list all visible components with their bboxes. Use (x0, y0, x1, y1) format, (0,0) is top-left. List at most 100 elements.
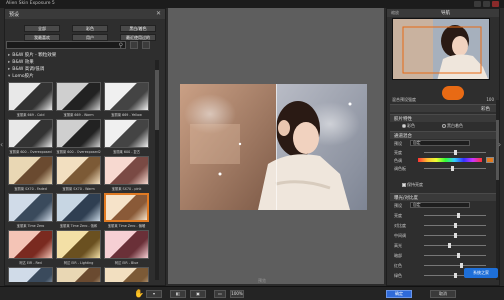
compare-button[interactable]: ▣ (190, 290, 206, 298)
film-type-row[interactable]: 彩色 黑白着色 (394, 122, 498, 129)
close-panel-icon[interactable]: ✕ (156, 10, 161, 17)
slider-track[interactable] (424, 263, 486, 268)
preset-strength-row[interactable]: 混合预设强度 100 (392, 96, 496, 104)
preview-image[interactable] (180, 84, 367, 210)
slider-track[interactable] (424, 243, 486, 248)
collapse-icon[interactable] (142, 41, 150, 49)
slider-track[interactable] (424, 253, 486, 258)
preset-thumbnail[interactable]: 宝丽莱 669 - Yellow (104, 82, 149, 118)
preset-thumbnail[interactable]: 宝丽莱 Time Zero - 饱和 (56, 193, 101, 229)
slider-row[interactable]: 亮度 (394, 149, 498, 156)
slider-label: 亮度 (394, 150, 402, 155)
tree-item-label: B&W 胶片 - 颗粒效果 (12, 53, 57, 58)
presets-scrollbar[interactable] (155, 60, 159, 280)
slider-row[interactable]: 调色板 (394, 165, 498, 172)
slider-knob[interactable] (454, 223, 457, 228)
slider-row[interactable]: 暗部 (394, 252, 498, 259)
search-input[interactable]: ⚲ (6, 41, 126, 49)
slider-knob[interactable] (454, 273, 457, 278)
tree-item[interactable]: ▾ Lomo胶片 (8, 73, 34, 79)
preserve-brightness-checkbox[interactable]: 保持亮度 (402, 182, 423, 188)
apply-button[interactable]: 确定 (386, 290, 412, 298)
preset-thumbnail[interactable]: 柯达 Ektar - Cool (8, 267, 53, 282)
preset-thumbnail[interactable]: 柯达 Ektar - Warm (56, 267, 101, 282)
cancel-button[interactable]: 取消 (430, 290, 456, 298)
slider-row[interactable]: 对比度 (394, 222, 498, 229)
slider-row[interactable]: 高光 (394, 242, 498, 249)
preset-thumbnail[interactable]: 宝丽莱 600 - Overexposed2 (56, 119, 101, 155)
thumbnail-image (104, 156, 149, 185)
zoom-tab[interactable]: 缩放 (391, 10, 399, 16)
tint-swatch[interactable] (486, 157, 494, 163)
tab-recent[interactable]: 最近使用过的 (120, 34, 156, 41)
fit-view-button[interactable]: ▭ (214, 290, 226, 298)
preset-thumbnail[interactable]: 柯达 EIR - Lighting (56, 230, 101, 266)
preset-thumbnail[interactable]: 柯达 EIR - Red (8, 230, 53, 266)
preset-thumbnail[interactable]: 宝丽莱 600 - Overexposed (8, 119, 53, 155)
slider-track[interactable] (424, 150, 486, 155)
radio-color[interactable]: 彩色 (402, 123, 415, 129)
section-film-type[interactable]: 胶片特性 (390, 114, 498, 122)
preset-thumbnail[interactable]: 宝丽莱 Time Zero - 偏暖 (104, 193, 149, 229)
section-label: 彩色 (481, 107, 490, 112)
hand-options-button[interactable]: ▾ (146, 290, 162, 298)
slider-knob[interactable] (448, 243, 451, 248)
tree-item[interactable]: ▸ B&W 胶片 - 颗粒效果 (8, 52, 56, 58)
slider-row[interactable]: 中间调 (394, 232, 498, 239)
hue-spectrum[interactable] (418, 158, 482, 162)
exposure-preset-dropdown[interactable]: 自定 (410, 202, 470, 208)
expand-icon[interactable] (130, 41, 138, 49)
tree-item[interactable]: ▸ B&W 效果 (8, 59, 34, 65)
close-button[interactable] (492, 1, 499, 7)
slider-track[interactable] (424, 166, 486, 171)
slider-row[interactable]: 亮度 (394, 212, 498, 219)
channel-preset-row[interactable]: 预设 自定 (394, 140, 498, 147)
split-view-button[interactable]: ▮▯ (170, 290, 186, 298)
exposure-preset-row[interactable]: 预设 自定 (394, 202, 498, 209)
section-channel-mixer[interactable]: 通道混合 (390, 131, 498, 139)
slider-knob[interactable] (457, 213, 460, 218)
preset-thumbnail[interactable]: 宝丽莱 669 - Warm (56, 82, 101, 118)
preset-thumbnail[interactable]: 柯达 EIR - Blue (104, 230, 149, 266)
radio-bw[interactable]: 黑白着色 (442, 123, 463, 129)
preset-thumbnail[interactable]: 宝丽莱 Time Zero (8, 193, 53, 229)
minimize-button[interactable] (474, 1, 481, 7)
section-color[interactable]: 彩色 (390, 104, 498, 112)
tab-user[interactable]: 用户 (72, 34, 108, 41)
tab-all[interactable]: 全部 (24, 25, 60, 32)
preserve-brightness-row[interactable]: 保持亮度 (394, 181, 498, 188)
preset-thumbnail[interactable]: 宝丽莱 SX70 - Faded (8, 156, 53, 192)
preset-thumbnail[interactable]: 宝丽莱 SX70 - pink (104, 156, 149, 192)
maximize-button[interactable] (483, 1, 490, 7)
zoom-level-button[interactable]: 100% (230, 290, 244, 298)
navigator-tab[interactable]: 导航 (441, 10, 450, 16)
scroll-grip[interactable] (496, 120, 499, 180)
hue-row[interactable] (394, 157, 498, 164)
collapse-left-icon[interactable]: ‹ (0, 140, 3, 149)
tab-bw[interactable]: 黑白/着色 (120, 25, 156, 32)
tab-color[interactable]: 彩色 (72, 25, 108, 32)
slider-track[interactable] (424, 213, 486, 218)
slider-track[interactable] (424, 233, 486, 238)
preset-thumbnail[interactable]: 宝丽莱 600 - 复古 (104, 119, 149, 155)
hand-tool-icon[interactable]: ✋ (134, 289, 144, 298)
preset-thumbnail[interactable]: 宝丽莱 669 - Cold (8, 82, 53, 118)
slider-knob[interactable] (457, 253, 460, 258)
navigator-thumbnail[interactable] (392, 18, 490, 80)
slider-knob[interactable] (460, 263, 463, 268)
slider-knob[interactable] (454, 233, 457, 238)
tree-item[interactable]: ▸ B&W 高调/低调 (8, 66, 44, 72)
scroll-grip[interactable] (155, 70, 159, 130)
slider-track[interactable] (424, 223, 486, 228)
preset-thumbnail[interactable]: 柯达 Ektar - Faded (104, 267, 149, 282)
tab-favorites[interactable]: 我最喜欢 (24, 34, 60, 41)
settings-scrollbar[interactable] (496, 100, 499, 280)
preset-thumbnail[interactable]: 宝丽莱 SX70 - Warm (56, 156, 101, 192)
slider-knob[interactable] (454, 150, 457, 155)
split-divider[interactable] (276, 84, 277, 210)
channel-preset-dropdown[interactable]: 自定 (410, 140, 470, 146)
collapse-right-icon[interactable]: › (498, 140, 501, 149)
section-exposure[interactable]: 曝光/对比度 (390, 193, 498, 201)
preset-strength-value[interactable]: 100 (486, 97, 494, 102)
slider-knob[interactable] (451, 166, 454, 171)
